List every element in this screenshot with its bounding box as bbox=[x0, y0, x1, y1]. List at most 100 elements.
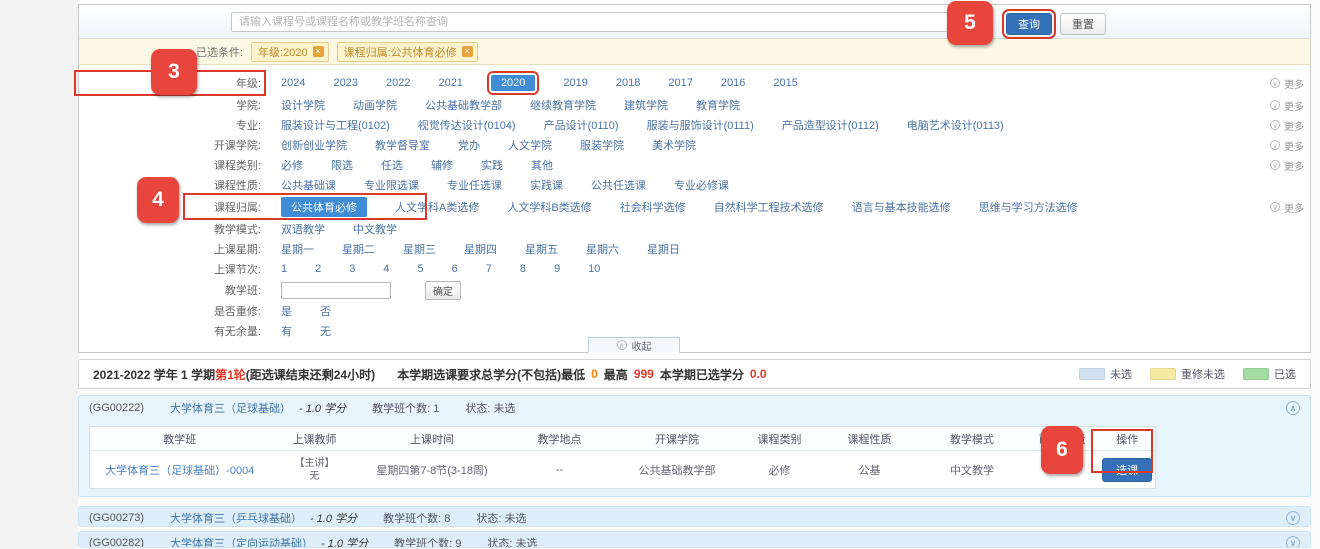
filter-tag[interactable]: 课程归属:公共体育必修 × bbox=[337, 42, 478, 62]
expand-chevron-icon[interactable]: ∨ bbox=[1286, 511, 1300, 525]
more-link[interactable]: ∨更多 bbox=[1270, 158, 1304, 173]
filter-option[interactable]: 其他 bbox=[531, 157, 553, 173]
filter-option[interactable]: 无 bbox=[320, 323, 331, 339]
remove-tag-icon[interactable]: × bbox=[462, 46, 473, 57]
filter-option[interactable]: 教学督导室 bbox=[375, 137, 430, 153]
filter-option[interactable]: 星期三 bbox=[403, 241, 436, 257]
filter-option[interactable]: 专业任选课 bbox=[447, 177, 502, 193]
filter-option[interactable]: 动画学院 bbox=[353, 97, 397, 113]
filter-option[interactable]: 公共体育必修 bbox=[281, 197, 367, 217]
more-link[interactable]: ∨更多 bbox=[1270, 138, 1304, 153]
more-link[interactable]: ∨更多 bbox=[1270, 76, 1304, 91]
query-button[interactable]: 查询 bbox=[1006, 13, 1052, 35]
filter-option[interactable]: 实践课 bbox=[530, 177, 563, 193]
filter-option[interactable]: 继续教育学院 bbox=[530, 97, 596, 113]
legend-item: 未选 bbox=[1079, 366, 1132, 382]
filter-option[interactable]: 星期日 bbox=[647, 241, 680, 257]
filter-option[interactable]: 人文学科A类选修 bbox=[395, 199, 479, 215]
filter-option[interactable]: 2023 bbox=[333, 77, 357, 89]
course-header[interactable]: (GG00273)大学体育三（乒乓球基础）- 1.0 学分教学班个数: 8状态:… bbox=[79, 507, 1310, 526]
filter-option[interactable]: 必修 bbox=[281, 157, 303, 173]
filter-option[interactable]: 9 bbox=[554, 263, 560, 275]
filter-option[interactable]: 星期一 bbox=[281, 241, 314, 257]
more-link[interactable]: ∨更多 bbox=[1270, 98, 1304, 113]
filter-option[interactable]: 2015 bbox=[773, 77, 797, 89]
filter-option[interactable]: 星期六 bbox=[586, 241, 619, 257]
filter-option[interactable]: 人文学科B类选修 bbox=[507, 199, 591, 215]
filter-option[interactable]: 2019 bbox=[563, 77, 587, 89]
filter-option[interactable]: 服装与服饰设计(0111) bbox=[647, 117, 754, 133]
filter-option[interactable]: 公共基础课 bbox=[281, 177, 336, 193]
filter-option[interactable]: 社会科学选修 bbox=[620, 199, 686, 215]
filter-option[interactable]: 2016 bbox=[721, 77, 745, 89]
filter-option[interactable]: 人文学院 bbox=[508, 137, 552, 153]
filter-option[interactable]: 6 bbox=[452, 263, 458, 275]
filter-option[interactable]: 是 bbox=[281, 303, 292, 319]
filter-option[interactable]: 2018 bbox=[616, 77, 640, 89]
expand-chevron-icon[interactable]: ∨ bbox=[1286, 536, 1300, 548]
filter-option[interactable]: 星期二 bbox=[342, 241, 375, 257]
filter-option[interactable]: 专业限选课 bbox=[364, 177, 419, 193]
filter-option[interactable]: 7 bbox=[486, 263, 492, 275]
filter-option[interactable]: 1 bbox=[281, 263, 287, 275]
filter-option[interactable]: 语言与基本技能选修 bbox=[852, 199, 951, 215]
filter-option[interactable]: 2021 bbox=[438, 77, 462, 89]
filter-option[interactable]: 设计学院 bbox=[281, 97, 325, 113]
filter-option[interactable]: 公共任选课 bbox=[591, 177, 646, 193]
filter-option[interactable]: 星期五 bbox=[525, 241, 558, 257]
reset-button[interactable]: 重置 bbox=[1060, 13, 1106, 35]
filter-option[interactable]: 公共基础教学部 bbox=[425, 97, 502, 113]
filter-option[interactable]: 视觉传达设计(0104) bbox=[418, 117, 516, 133]
collapse-toggle[interactable]: ∧ 收起 bbox=[588, 337, 680, 353]
filter-option[interactable]: 否 bbox=[320, 303, 331, 319]
filter-option[interactable]: 10 bbox=[588, 263, 600, 275]
filter-option[interactable]: 2024 bbox=[281, 77, 305, 89]
filter-option[interactable]: 2022 bbox=[386, 77, 410, 89]
filter-option[interactable]: 2020 bbox=[491, 75, 535, 91]
confirm-button[interactable]: 确定 bbox=[425, 281, 461, 300]
filter-option[interactable]: 8 bbox=[520, 263, 526, 275]
class-number-input[interactable] bbox=[281, 282, 391, 299]
filter-option[interactable]: 美术学院 bbox=[652, 137, 696, 153]
filter-option[interactable]: 电脑艺术设计(0113) bbox=[907, 117, 1004, 133]
remove-tag-icon[interactable]: × bbox=[313, 46, 324, 57]
filter-option[interactable]: 自然科学工程技术选修 bbox=[714, 199, 824, 215]
filter-option[interactable]: 服装设计与工程(0102) bbox=[281, 117, 390, 133]
search-input[interactable] bbox=[231, 12, 987, 32]
filter-option[interactable]: 星期四 bbox=[464, 241, 497, 257]
legend-swatch bbox=[1150, 368, 1176, 380]
filter-option[interactable]: 专业必修课 bbox=[674, 177, 729, 193]
filter-option[interactable]: 教育学院 bbox=[696, 97, 740, 113]
expand-chevron-icon[interactable]: ∧ bbox=[1286, 401, 1300, 415]
filter-option[interactable]: 限选 bbox=[331, 157, 353, 173]
filter-option[interactable]: 有 bbox=[281, 323, 292, 339]
filter-option[interactable]: 服装学院 bbox=[580, 137, 624, 153]
course-header[interactable]: (GG00222)大学体育三（足球基础）- 1.0 学分教学班个数: 1状态: … bbox=[79, 396, 1310, 416]
filter-tag[interactable]: 年级:2020× bbox=[251, 42, 329, 62]
filter-option[interactable]: 双语教学 bbox=[281, 221, 325, 237]
filter-option[interactable]: 2017 bbox=[668, 77, 692, 89]
filter-row-5: 课程性质:公共基础课专业限选课专业任选课实践课公共任选课专业必修课 bbox=[79, 175, 1310, 195]
filter-option[interactable]: 5 bbox=[418, 263, 424, 275]
filter-option[interactable]: 创新创业学院 bbox=[281, 137, 347, 153]
filter-option[interactable]: 建筑学院 bbox=[624, 97, 668, 113]
filter-option[interactable]: 4 bbox=[383, 263, 389, 275]
filter-option[interactable]: 实践 bbox=[481, 157, 503, 173]
filter-tag-label: 课程归属:公共体育必修 bbox=[344, 44, 457, 60]
more-link[interactable]: ∨更多 bbox=[1270, 118, 1304, 133]
filter-option[interactable]: 产品设计(0110) bbox=[544, 117, 619, 133]
filter-option[interactable]: 任选 bbox=[381, 157, 403, 173]
filter-option[interactable]: 思维与学习方法选修 bbox=[979, 199, 1078, 215]
filter-option[interactable]: 中文教学 bbox=[353, 221, 397, 237]
course-header[interactable]: (GG00282)大学体育三（定向运动基础）- 1.0 学分教学班个数: 9状态… bbox=[79, 532, 1310, 548]
teacher-cell: 【主讲】无 bbox=[270, 451, 360, 489]
select-course-button[interactable]: 选课 bbox=[1102, 458, 1152, 482]
filter-label: 学院: bbox=[79, 97, 261, 113]
filter-option[interactable]: 产品造型设计(0112) bbox=[782, 117, 879, 133]
filter-option[interactable]: 3 bbox=[349, 263, 355, 275]
class-name-link[interactable]: 大学体育三（足球基础）-0004 bbox=[90, 451, 270, 489]
filter-option[interactable]: 2 bbox=[315, 263, 321, 275]
filter-option[interactable]: 辅修 bbox=[431, 157, 453, 173]
more-link[interactable]: ∨更多 bbox=[1270, 200, 1304, 215]
filter-option[interactable]: 党办 bbox=[458, 137, 480, 153]
